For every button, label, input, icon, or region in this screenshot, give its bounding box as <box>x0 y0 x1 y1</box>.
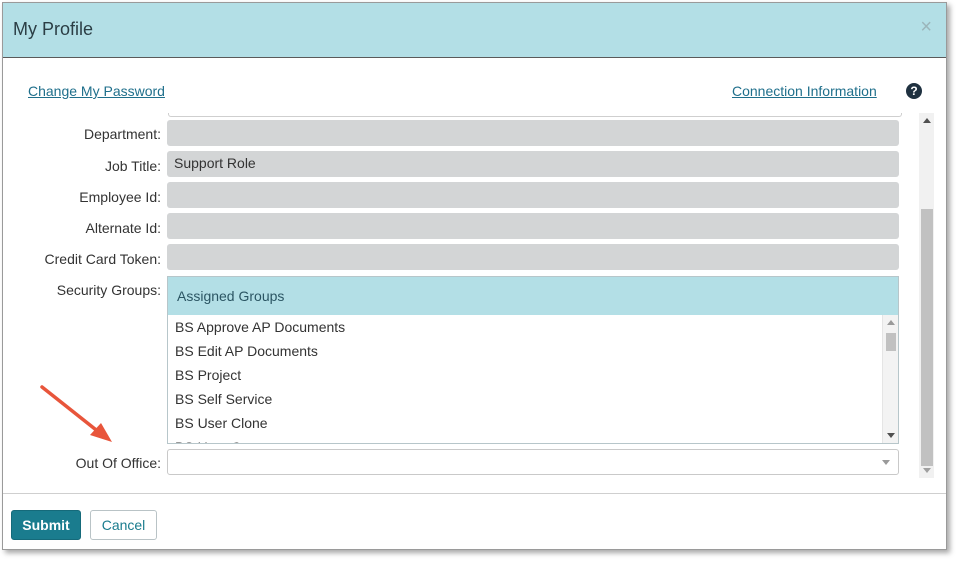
change-password-link[interactable]: Change My Password <box>28 83 165 99</box>
help-icon[interactable]: ? <box>906 83 922 99</box>
dialog-title: My Profile <box>13 19 94 39</box>
scroll-down-icon[interactable] <box>923 468 931 473</box>
list-item[interactable]: BS Approve AP Documents <box>168 315 882 339</box>
chevron-down-icon[interactable] <box>882 460 890 465</box>
credit-card-token-field[interactable] <box>167 244 899 270</box>
out-of-office-select[interactable] <box>167 449 899 475</box>
assigned-groups-header: Assigned Groups <box>168 277 898 315</box>
employee-id-label: Employee Id: <box>79 189 161 205</box>
job-title-label: Job Title: <box>104 158 161 174</box>
connection-information-link[interactable]: Connection Information <box>732 83 877 99</box>
assigned-groups-title: Assigned Groups <box>177 288 285 304</box>
security-groups-label: Security Groups: <box>56 282 161 298</box>
form-scroll-thumb[interactable] <box>921 209 933 466</box>
list-item[interactable]: BS Edit AP Documents <box>168 339 882 363</box>
groups-scrollbar[interactable] <box>882 315 898 443</box>
department-label: Department: <box>83 126 161 142</box>
list-item[interactable]: BS User Clone <box>168 411 882 435</box>
alternate-id-field[interactable] <box>167 213 899 239</box>
department-field[interactable] <box>167 120 899 146</box>
alternate-id-label: Alternate Id: <box>85 220 162 236</box>
dialog-titlebar: My Profile × <box>3 3 946 58</box>
job-title-field[interactable]: Support Role <box>167 151 899 177</box>
out-of-office-label: Out Of Office: <box>75 455 161 471</box>
scroll-up-icon[interactable] <box>923 118 931 123</box>
form-scroll-area: Department: Job Title: Support Role Empl… <box>3 113 946 478</box>
annotation-arrow-icon <box>40 385 112 442</box>
list-item[interactable]: BS Self Service <box>168 387 882 411</box>
assigned-groups-list: BS Approve AP Documents BS Edit AP Docum… <box>168 315 882 443</box>
cancel-button[interactable]: Cancel <box>90 510 157 540</box>
groups-scroll-thumb[interactable] <box>886 333 896 351</box>
dialog-footer: Submit Cancel <box>3 493 946 550</box>
employee-id-field[interactable] <box>167 182 899 208</box>
scroll-up-icon[interactable] <box>887 320 895 325</box>
list-item[interactable]: BS Project <box>168 363 882 387</box>
credit-card-token-label: Credit Card Token: <box>44 251 161 267</box>
previous-field-edge <box>168 113 902 117</box>
close-icon[interactable]: × <box>920 17 932 37</box>
form-scrollbar[interactable] <box>919 113 934 478</box>
list-item[interactable]: BS User Cr... <box>168 435 882 443</box>
scroll-down-icon[interactable] <box>887 433 895 438</box>
profile-dialog: My Profile × Change My Password Connecti… <box>2 2 947 550</box>
security-groups-box: Assigned Groups BS Approve AP Documents … <box>167 276 899 444</box>
submit-button[interactable]: Submit <box>11 510 81 540</box>
